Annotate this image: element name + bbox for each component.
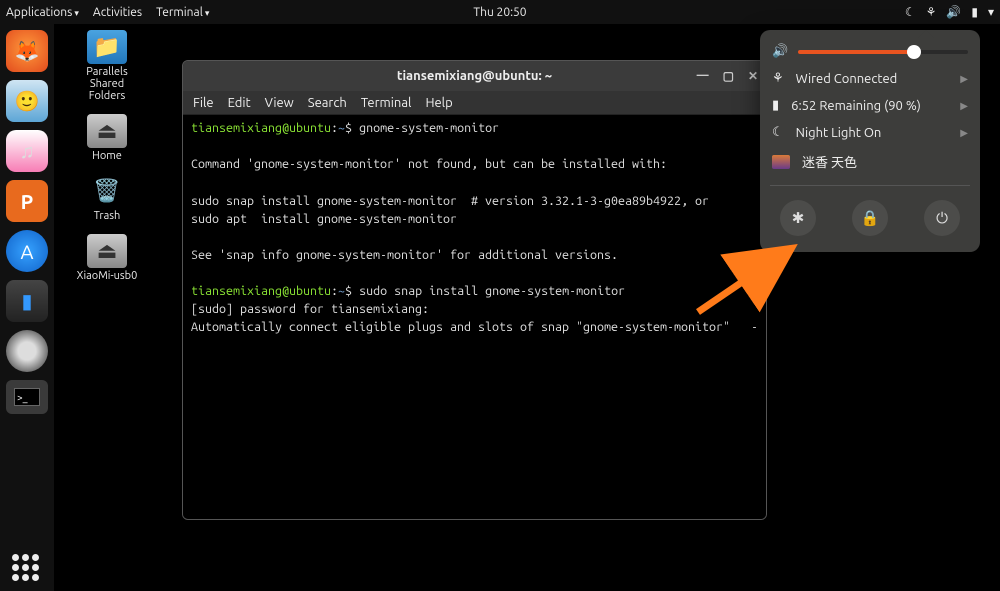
settings-spinner-icon[interactable] <box>6 330 48 372</box>
usb-drive-icon[interactable]: ▮ <box>6 280 48 322</box>
trash[interactable]: 🗑️ Trash <box>87 174 127 222</box>
chevron-right-icon: ▶ <box>960 127 968 139</box>
power-button[interactable]: ⏻ <box>924 200 960 236</box>
night-light-icon: ☾ <box>905 5 916 19</box>
drive-xiaomi-label: XiaoMi-usb0 <box>77 270 138 282</box>
close-button[interactable]: ✕ <box>748 69 758 83</box>
terminal-window: tiansemixiang@ubuntu: ~ — ▢ ✕ File Edit … <box>182 60 767 520</box>
battery-item-icon: ▮ <box>772 98 779 113</box>
window-menubar: File Edit View Search Terminal Help <box>183 91 766 115</box>
menu-background-label: 迷香 天色 <box>802 152 968 171</box>
maximize-button[interactable]: ▢ <box>723 69 734 83</box>
speaker-icon: 🔊 <box>772 44 788 59</box>
menu-night-light-label: Night Light On <box>796 126 949 140</box>
music-icon[interactable]: ♫ <box>6 130 48 172</box>
system-menu-toggle[interactable]: ▾ <box>988 5 994 19</box>
menu-wired-label: Wired Connected <box>796 72 949 86</box>
folder-parallels-label: Parallels Shared Folders <box>72 66 142 102</box>
menu-view[interactable]: View <box>265 96 294 110</box>
trash-label: Trash <box>94 210 121 222</box>
menu-help[interactable]: Help <box>425 96 452 110</box>
menu-night-light[interactable]: ☾ Night Light On ▶ <box>772 125 968 140</box>
terminal-body[interactable]: tiansemixiang@ubuntu:~$ gnome-system-mon… <box>183 115 766 519</box>
background-swatch-icon <box>772 155 790 169</box>
firefox-icon[interactable]: 🦊 <box>6 30 48 72</box>
moon-icon: ☾ <box>772 125 784 140</box>
volume-row: 🔊 <box>772 44 968 59</box>
menu-battery-label: 6:52 Remaining (90 %) <box>791 99 948 113</box>
app-store-icon[interactable]: A <box>6 230 48 272</box>
menu-wired[interactable]: ⚘ Wired Connected ▶ <box>772 71 968 86</box>
network-icon: ⚘ <box>926 5 937 19</box>
desktop-icons: 📁 Parallels Shared Folders ⏏ Home 🗑️ Tra… <box>72 30 142 282</box>
minimize-button[interactable]: — <box>697 69 709 83</box>
menu-file[interactable]: File <box>193 96 214 110</box>
dock: 🦊 🙂 ♫ P A ▮ >_ <box>0 24 54 591</box>
menu-battery[interactable]: ▮ 6:52 Remaining (90 %) ▶ <box>772 98 968 113</box>
menu-search[interactable]: Search <box>308 96 347 110</box>
terminal-dock-icon[interactable]: >_ <box>6 380 48 414</box>
clock-label[interactable]: Thu 20:50 <box>473 6 526 19</box>
menu-edit[interactable]: Edit <box>228 96 251 110</box>
menu-terminal[interactable]: Terminal <box>361 96 412 110</box>
menu-background[interactable]: 迷香 天色 <box>772 152 968 171</box>
volume-icon: 🔊 <box>946 5 961 19</box>
app-menu-terminal[interactable]: Terminal <box>156 6 209 19</box>
drive-home[interactable]: ⏏ Home <box>87 114 127 162</box>
applications-menu[interactable]: Applications <box>6 6 79 19</box>
lock-button[interactable]: 🔒 <box>852 200 888 236</box>
chevron-right-icon: ▶ <box>960 100 968 112</box>
chevron-right-icon: ▶ <box>960 73 968 85</box>
system-menu-popover: 🔊 ⚘ Wired Connected ▶ ▮ 6:52 Remaining (… <box>760 30 980 252</box>
separator <box>770 185 970 186</box>
drive-xiaomi[interactable]: ⏏ XiaoMi-usb0 <box>77 234 138 282</box>
powerpoint-icon[interactable]: P <box>6 180 48 222</box>
folder-parallels[interactable]: 📁 Parallels Shared Folders <box>72 30 142 102</box>
drive-home-label: Home <box>92 150 122 162</box>
ethernet-icon: ⚘ <box>772 71 784 86</box>
window-title: tiansemixiang@ubuntu: ~ <box>397 69 552 83</box>
settings-button[interactable]: ✱ <box>780 200 816 236</box>
activities-button[interactable]: Activities <box>93 6 142 19</box>
window-titlebar[interactable]: tiansemixiang@ubuntu: ~ — ▢ ✕ <box>183 61 766 91</box>
files-icon[interactable]: 🙂 <box>6 80 48 122</box>
show-applications-button[interactable] <box>12 554 39 581</box>
top-bar: Applications Activities Terminal Thu 20:… <box>0 0 1000 24</box>
battery-icon: ▮ <box>971 5 978 19</box>
volume-slider[interactable] <box>798 50 968 54</box>
